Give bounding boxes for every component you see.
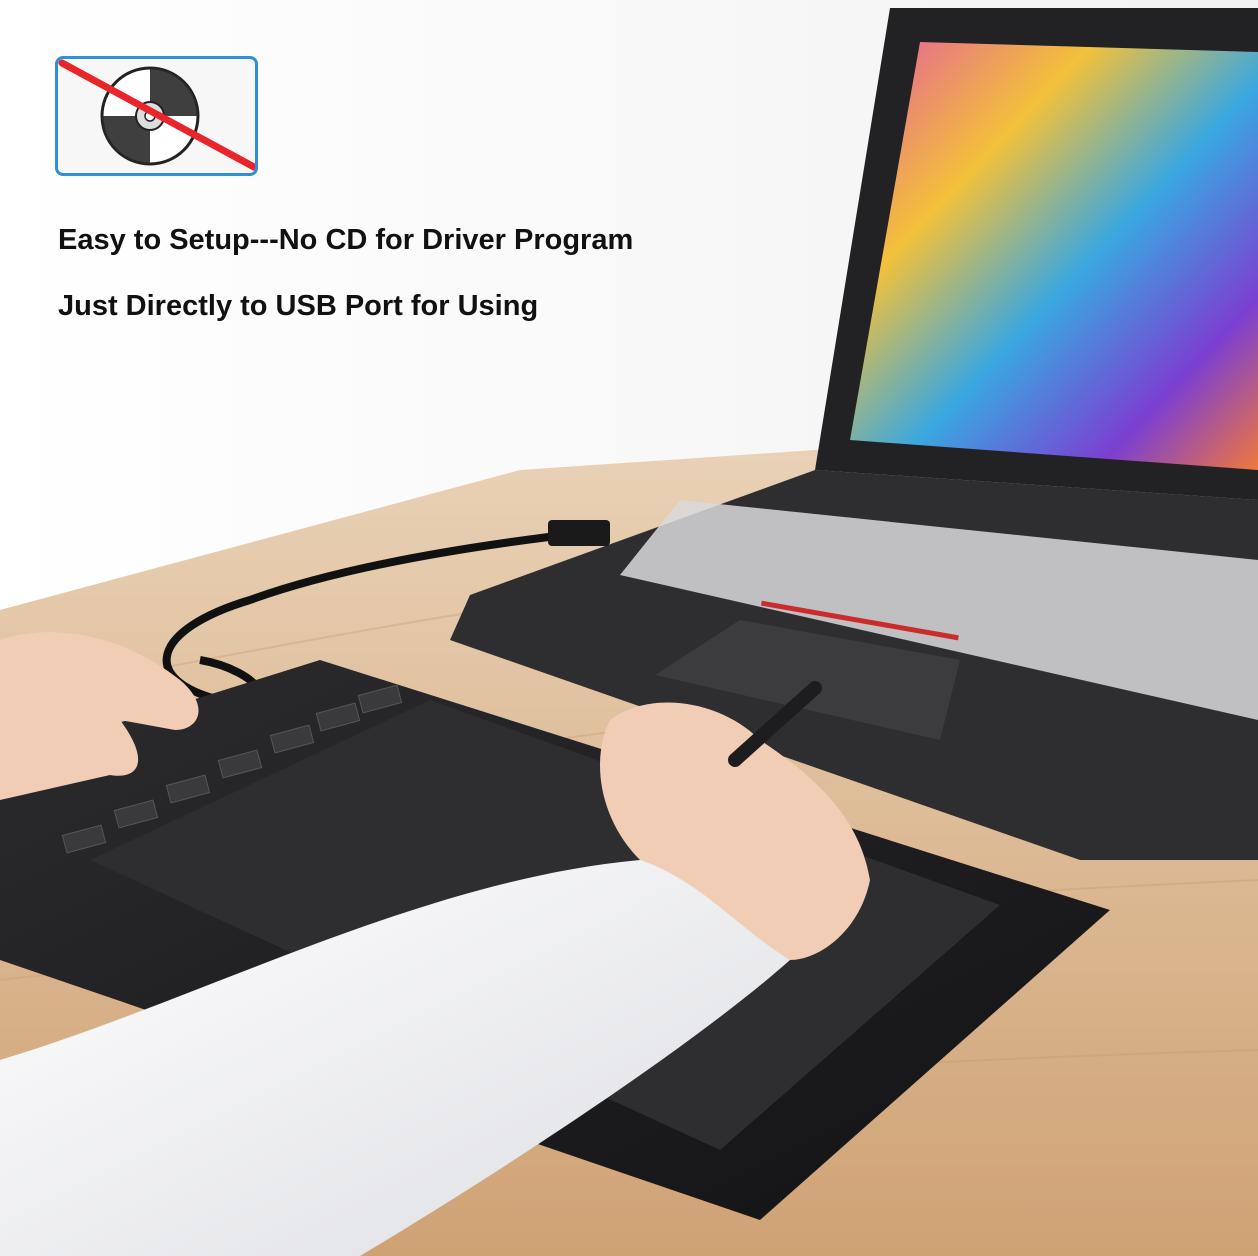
no-cd-badge	[55, 56, 258, 176]
no-cd-icon	[58, 59, 255, 171]
product-photo-scene	[0, 0, 1258, 1256]
headline-line-1: Easy to Setup---No CD for Driver Program	[58, 224, 634, 256]
usb-plug	[548, 520, 610, 546]
headline-line-2: Just Directly to USB Port for Using	[58, 290, 539, 322]
laptop-screen-art	[850, 42, 1258, 470]
